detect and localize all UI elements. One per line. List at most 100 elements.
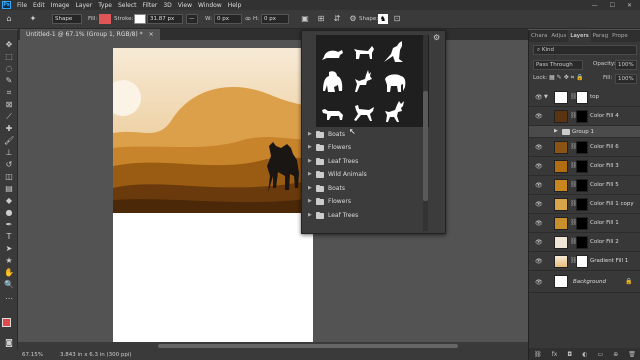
move-tool-icon[interactable]: ✥ [4,40,14,50]
path-operations-icon[interactable]: ▣ [300,14,310,24]
frame-tool-icon[interactable]: ⊠ [4,100,14,110]
eye-icon[interactable]: 👁 [535,239,543,246]
layer-filter-select[interactable]: ⌕ Kind [533,45,637,55]
document-canvas[interactable] [105,48,313,350]
stroke-type-select[interactable]: — [186,14,198,24]
eye-icon[interactable]: 👁 [535,279,543,286]
folder-flowers-2[interactable]: ▶ Flowers [308,195,351,208]
tab-adjustments[interactable]: Adjus [549,30,568,42]
path-alignment-icon[interactable]: ⊞ [316,14,326,24]
healing-brush-tool-icon[interactable]: ✚ [4,124,14,134]
layer-row-gradient-fill-1[interactable]: 👁 ⛓ Gradient Fill 1 [529,252,640,271]
minimize-button[interactable]: — [592,2,598,9]
folder-leaf-trees[interactable]: ▶ Leaf Trees [308,155,358,168]
eye-icon[interactable]: 👁 [535,201,543,208]
tab-character[interactable]: Chara [529,30,549,42]
new-layer-icon[interactable]: ⊕ [613,351,618,358]
fill-swatch[interactable] [99,14,111,24]
gear-icon[interactable]: ⚙ [433,33,440,42]
home-icon[interactable]: ⌂ [4,14,14,24]
shape-kangaroo[interactable] [381,37,409,67]
path-arrangement-icon[interactable]: ⇵ [332,14,342,24]
menu-help[interactable]: Help [225,2,245,9]
eye-icon[interactable]: 👁 [535,182,543,189]
layer-row-group-1[interactable]: ▶ Group 1 [529,126,640,138]
more-tools-icon[interactable]: ⋯ [4,294,14,304]
lasso-tool-icon[interactable]: ◌ [4,64,14,74]
menu-image[interactable]: Image [48,2,73,9]
width-input[interactable]: 0 px [214,14,242,24]
eye-icon[interactable]: 👁 [535,258,543,265]
layer-row-color-fill-2[interactable]: 👁 ⛓ Color Fill 2 [529,233,640,252]
layer-row-top[interactable]: 👁 ▼ ⛓ top [529,88,640,107]
quick-select-tool-icon[interactable]: ✎ [4,76,14,86]
history-brush-tool-icon[interactable]: ↺ [4,160,14,170]
clone-stamp-tool-icon[interactable]: ⊥ [4,148,14,158]
gear-icon[interactable]: ⚙ [348,14,358,24]
menu-edit[interactable]: Edit [30,2,48,9]
shape-picker-popup[interactable]: ↖ ▶ Boats ▶ Flowers ▶ Leaf Trees ▶ Wild … [301,30,446,234]
add-mask-icon[interactable]: ◘ [567,351,572,358]
picker-scroll-thumb[interactable] [423,91,428,201]
custom-shape-tool-active-icon[interactable]: ★ [4,256,14,266]
layer-row-color-fill-3[interactable]: 👁 ⛓ Color Fill 3 [529,157,640,176]
dodge-tool-icon[interactable]: ● [4,208,14,218]
menu-3d[interactable]: 3D [160,2,174,9]
shape-reindeer[interactable] [381,97,409,127]
crop-tool-icon[interactable]: ⌗ [4,88,14,98]
fx-icon[interactable]: fx [552,351,558,358]
link-icon[interactable]: ∞ [243,14,253,24]
shape-wolf[interactable] [319,97,347,127]
align-edges-icon[interactable]: ⊡ [392,14,402,24]
chevron-down-icon[interactable]: ▼ [544,94,548,100]
quick-mask-icon[interactable]: ◙ [4,338,14,348]
menu-select[interactable]: Select [115,2,140,9]
canvas-area[interactable] [18,40,528,350]
chevron-right-icon[interactable]: ▶ [554,128,558,134]
eye-icon[interactable]: 👁 [535,220,543,227]
tool-mode-select[interactable]: Shape [52,14,82,24]
menu-filter[interactable]: Filter [140,2,161,9]
custom-shape-tool-icon[interactable]: ✦ [28,14,38,24]
eraser-tool-icon[interactable]: ◫ [4,172,14,182]
tab-paragraph[interactable]: Parag [591,30,611,42]
layer-row-color-fill-5[interactable]: 👁 ⛓ Color Fill 5 [529,176,640,195]
eye-icon[interactable]: 👁 [535,144,543,151]
layer-row-color-fill-4[interactable]: 👁 ⛓ Color Fill 4 [529,107,640,126]
brush-tool-icon[interactable]: 🖌 [4,136,14,146]
shape-gazelle[interactable] [350,97,378,127]
menu-file[interactable]: File [14,2,30,9]
path-selection-tool-icon[interactable]: ➤ [4,244,14,254]
pen-tool-icon[interactable]: ✒ [4,220,14,230]
folder-leaf-trees-2[interactable]: ▶ Leaf Trees [308,209,358,222]
shape-deer[interactable] [350,67,378,97]
lock-icons[interactable]: ▦✎✥⌗🔒 [549,74,586,82]
layer-row-background[interactable]: 👁 Background 🔒 [529,271,640,293]
eye-icon[interactable]: 👁 [535,113,543,120]
horizontal-scrollbar[interactable] [18,342,528,350]
shape-dog[interactable] [350,37,378,67]
blur-tool-icon[interactable]: ◆ [4,196,14,206]
close-document-icon[interactable]: × [149,31,154,38]
menu-layer[interactable]: Layer [72,2,95,9]
zoom-tool-icon[interactable]: 🔍 [4,280,14,290]
shape-elephant[interactable] [381,67,409,97]
eye-icon[interactable]: 👁 [535,163,543,170]
new-group-icon[interactable]: ▭ [598,351,604,358]
tab-layers[interactable]: Layers [568,30,591,42]
stroke-swatch[interactable] [134,14,146,24]
tab-properties[interactable]: Prope [610,30,630,42]
picker-scrollbar[interactable] [423,35,428,231]
folder-boats-2[interactable]: ▶ Boats [308,182,345,195]
eyedropper-tool-icon[interactable]: ⟋ [4,112,14,122]
gradient-tool-icon[interactable]: ▤ [4,184,14,194]
eye-icon[interactable]: 👁 [535,94,543,101]
document-tab[interactable]: Untitled-1 @ 67.1% (Group 1, RGB/8) * × [20,29,160,40]
link-layers-icon[interactable]: ⛓ [534,351,542,358]
folder-wild-animals[interactable]: ▶ Wild Animals [308,168,367,181]
zoom-level[interactable]: 67.15% [22,350,43,360]
menu-window[interactable]: Window [195,2,225,9]
hand-tool-icon[interactable]: ✋ [4,268,14,278]
foreground-color-swatch[interactable] [2,318,11,327]
close-window-button[interactable]: ✕ [627,2,632,9]
